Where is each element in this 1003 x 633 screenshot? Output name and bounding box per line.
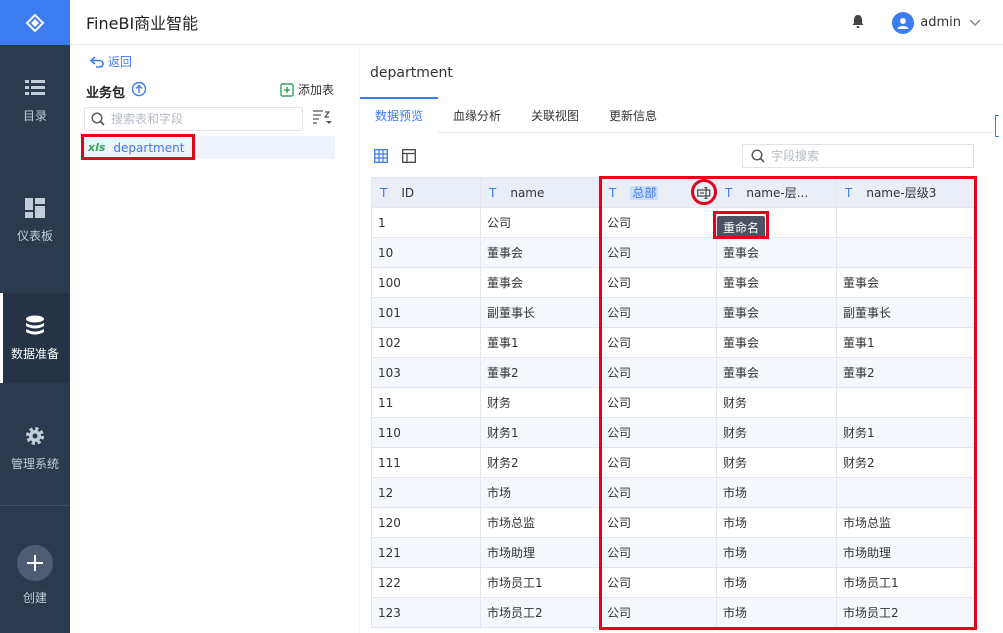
main-area: department 数据预览 血缘分析 关联视图 更新信息 字段搜索 T ID… [359,45,1003,633]
avatar[interactable] [892,11,915,34]
tab-relation-view[interactable]: 关联视图 [516,97,594,133]
nav-item-label: 仪表板 [16,228,53,243]
tab-lineage[interactable]: 血缘分析 [438,97,516,133]
bell-icon[interactable] [852,14,864,31]
table-cell[interactable]: 董事会 [480,237,601,268]
search-icon [91,112,105,126]
back-label: 返回 [108,55,133,69]
nav-create-button[interactable]: 创建 [0,530,70,620]
table-cell[interactable]: 财务2 [480,447,601,478]
column-name: ID [401,185,415,200]
column-header-name[interactable]: Tname [480,177,601,208]
nav-item-admin[interactable]: 管理系统 [0,403,70,493]
text-type-icon: T [380,185,388,200]
nav-divider [0,505,70,506]
table-cell[interactable]: 副董事长 [480,297,601,328]
search-icon [751,149,765,163]
header-right: admin [852,0,981,45]
table-cell[interactable]: 101 [371,297,481,328]
table-cell[interactable]: 111 [371,447,481,478]
gear-icon [24,425,46,447]
table-cell[interactable]: 12 [371,477,481,508]
add-table-label: 添加表 [298,83,335,97]
package-search-input[interactable] [111,112,291,126]
table-preview-card: department 数据预览 血缘分析 关联视图 更新信息 字段搜索 T ID… [360,45,1003,633]
chevron-down-icon[interactable] [969,16,981,30]
nav-item-dashboard[interactable]: 仪表板 [0,175,70,265]
tab-bar: 数据预览 血缘分析 关联视图 更新信息 [360,97,994,133]
table-cell[interactable]: 市场总监 [480,507,601,538]
table-cell[interactable]: 市场助理 [480,537,601,568]
add-table-button[interactable]: 添加表 [280,81,334,98]
tab-data-preview[interactable]: 数据预览 [360,97,439,133]
table-title: department [370,65,453,81]
app-logo-icon[interactable] [0,0,70,45]
nav-item-catalog[interactable]: 目录 [0,55,70,145]
column-name: name [510,185,545,200]
back-link[interactable]: 返回 [90,53,132,70]
toolbar-edge [995,115,999,137]
grid-view-icon[interactable] [374,149,388,166]
table-cell[interactable]: 市场员工1 [480,567,601,598]
table-cell[interactable]: 1 [371,207,481,238]
package-search [84,107,303,131]
field-search [742,144,974,168]
database-icon [24,315,46,337]
business-package-panel: 返回 业务包 添加表 xls department [70,45,359,633]
user-name[interactable]: admin [920,15,961,30]
list-icon [24,77,46,99]
table-cell[interactable]: 11 [371,387,481,418]
tab-update-info[interactable]: 更新信息 [594,97,672,133]
table-cell[interactable]: 120 [371,507,481,538]
table-cell[interactable]: 市场员工2 [480,597,601,628]
left-nav: 目录 仪表板 数据准备 管理系统 创建 [0,0,70,633]
table-cell[interactable]: 公司 [480,207,601,238]
add-file-icon [280,82,294,97]
table-cell[interactable]: 财务 [480,387,601,418]
nav-item-label: 数据准备 [10,346,59,361]
view-toggle [374,149,430,166]
top-header: FineBI商业智能 admin [70,0,1003,45]
table-cell[interactable]: 102 [371,327,481,358]
nav-create-label: 创建 [22,590,47,605]
table-cell[interactable]: 122 [371,567,481,598]
column-header-id[interactable]: T ID [371,177,481,208]
dashboard-icon [24,197,46,219]
table-cell[interactable]: 董事2 [480,357,601,388]
field-search-input[interactable] [771,149,961,163]
highlight-box-columns [599,176,977,630]
highlight-box-table-item [81,134,195,160]
table-cell[interactable]: 100 [371,267,481,298]
table-cell[interactable]: 121 [371,537,481,568]
table-cell[interactable]: 董事会 [480,267,601,298]
text-type-icon: T [489,185,497,200]
table-cell[interactable]: 10 [371,237,481,268]
table-cell[interactable]: 市场 [480,477,601,508]
nav-item-label: 目录 [22,108,47,123]
nav-item-data-prep[interactable]: 数据准备 [0,293,70,383]
app-title: FineBI商业智能 [86,14,199,33]
table-cell[interactable]: 123 [371,597,481,628]
table-cell[interactable]: 董事1 [480,327,601,358]
nav-item-label: 管理系统 [10,456,59,471]
table-cell[interactable]: 财务1 [480,417,601,448]
package-title: 业务包 [86,81,147,101]
fine-bi-app: 目录 仪表板 数据准备 管理系统 创建 FineBI商业智能 admin 返回 … [0,0,1003,633]
upload-icon[interactable] [131,81,147,101]
layout-view-icon[interactable] [402,149,416,166]
package-title-text: 业务包 [86,85,126,101]
sort-icon[interactable] [312,109,332,130]
back-arrow-icon [90,55,104,68]
plus-icon [17,544,53,581]
table-cell[interactable]: 103 [371,357,481,388]
table-cell[interactable]: 110 [371,417,481,448]
